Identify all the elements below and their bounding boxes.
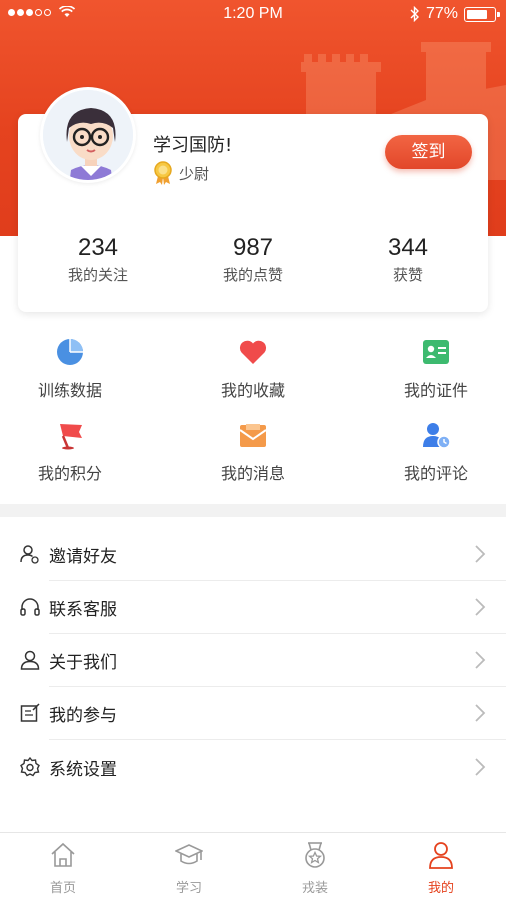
grid-item-label: 我的收藏 xyxy=(220,381,285,400)
id-card-icon xyxy=(423,340,449,364)
menu-item-label: 联系客服 xyxy=(49,600,117,620)
pie-chart-icon xyxy=(57,339,83,365)
invite-user-icon xyxy=(20,545,39,564)
menu-item-label: 邀请好友 xyxy=(49,547,117,567)
menu-item-label: 我的参与 xyxy=(49,706,117,726)
medal-icon xyxy=(305,842,325,868)
tab-study[interactable]: 学习 xyxy=(126,841,252,896)
tab-label: 学习 xyxy=(175,881,202,896)
tab-label: 戎装 xyxy=(301,881,328,896)
gear-icon xyxy=(20,757,40,777)
chevron-right-icon xyxy=(475,545,486,563)
edit-document-icon xyxy=(20,703,40,722)
grid-item-label: 训练数据 xyxy=(37,381,102,400)
person-icon xyxy=(429,842,453,869)
tab-label: 首页 xyxy=(49,881,76,896)
username: 学习国防! xyxy=(153,135,233,156)
rank-badge: 少尉 xyxy=(153,161,209,185)
stat-value: 234 xyxy=(77,234,119,261)
home-icon xyxy=(51,842,75,867)
stat-likes[interactable]: 987 我的点赞 xyxy=(188,234,318,285)
bluetooth-icon xyxy=(410,6,419,22)
menu-item-my-participation[interactable]: 我的参与 xyxy=(0,687,506,740)
stat-label: 我的点赞 xyxy=(222,266,283,284)
user-comment-icon xyxy=(423,423,451,449)
stat-value: 987 xyxy=(232,234,274,261)
user-icon xyxy=(20,650,40,670)
grid-item-comments[interactable]: 我的评论 xyxy=(366,420,506,484)
section-divider xyxy=(0,504,506,517)
row-divider xyxy=(49,739,506,740)
tab-home[interactable]: 首页 xyxy=(0,841,126,896)
rank-label: 少尉 xyxy=(179,164,210,183)
grid-item-label: 我的评论 xyxy=(403,464,468,483)
tab-mine[interactable]: 我的 xyxy=(378,841,504,896)
grid-item-favorites[interactable]: 我的收藏 xyxy=(183,337,323,401)
stat-label: 我的关注 xyxy=(67,266,128,284)
envelope-icon xyxy=(239,424,267,447)
grid-item-label: 我的证件 xyxy=(403,381,468,400)
heart-icon xyxy=(239,340,267,364)
menu-item-label: 系统设置 xyxy=(49,760,117,780)
menu-item-system-settings[interactable]: 系统设置 xyxy=(0,741,506,794)
chevron-right-icon xyxy=(475,704,486,722)
sign-in-button[interactable]: 签到 xyxy=(385,135,472,169)
grid-item-training-data[interactable]: 训练数据 xyxy=(0,337,140,401)
menu-item-about-us[interactable]: 关于我们 xyxy=(0,634,506,687)
grid-item-messages[interactable]: 我的消息 xyxy=(183,420,323,484)
flag-icon xyxy=(60,424,82,450)
headphones-icon xyxy=(20,598,40,616)
battery-icon xyxy=(464,6,500,22)
graduation-cap-icon xyxy=(174,844,204,865)
menu-item-contact-support[interactable]: 联系客服 xyxy=(0,581,506,634)
tab-uniform[interactable]: 戎装 xyxy=(252,841,378,896)
chevron-right-icon xyxy=(475,651,486,669)
stat-following[interactable]: 234 我的关注 xyxy=(33,234,163,285)
medal-rank-icon xyxy=(154,161,172,185)
grid-item-points[interactable]: 我的积分 xyxy=(0,420,140,484)
stat-value: 344 xyxy=(387,234,429,261)
menu-item-label: 关于我们 xyxy=(49,653,117,673)
menu-item-invite-friends[interactable]: 邀请好友 xyxy=(0,528,506,581)
battery-percentage: 77% xyxy=(425,5,458,22)
stat-label: 获赞 xyxy=(392,266,423,284)
grid-item-label: 我的消息 xyxy=(220,464,285,483)
grid-item-certificates[interactable]: 我的证件 xyxy=(366,337,506,401)
grid-item-label: 我的积分 xyxy=(37,464,102,483)
chevron-right-icon xyxy=(475,758,486,776)
tab-label: 我的 xyxy=(427,881,454,896)
chevron-right-icon xyxy=(475,598,486,616)
avatar[interactable] xyxy=(40,87,136,183)
status-bar: 1:20 PM 77% xyxy=(0,0,506,30)
stat-received-likes[interactable]: 344 获赞 xyxy=(343,234,473,285)
bottom-tab-bar: 首页 学习 戎装 我的 xyxy=(0,832,506,900)
